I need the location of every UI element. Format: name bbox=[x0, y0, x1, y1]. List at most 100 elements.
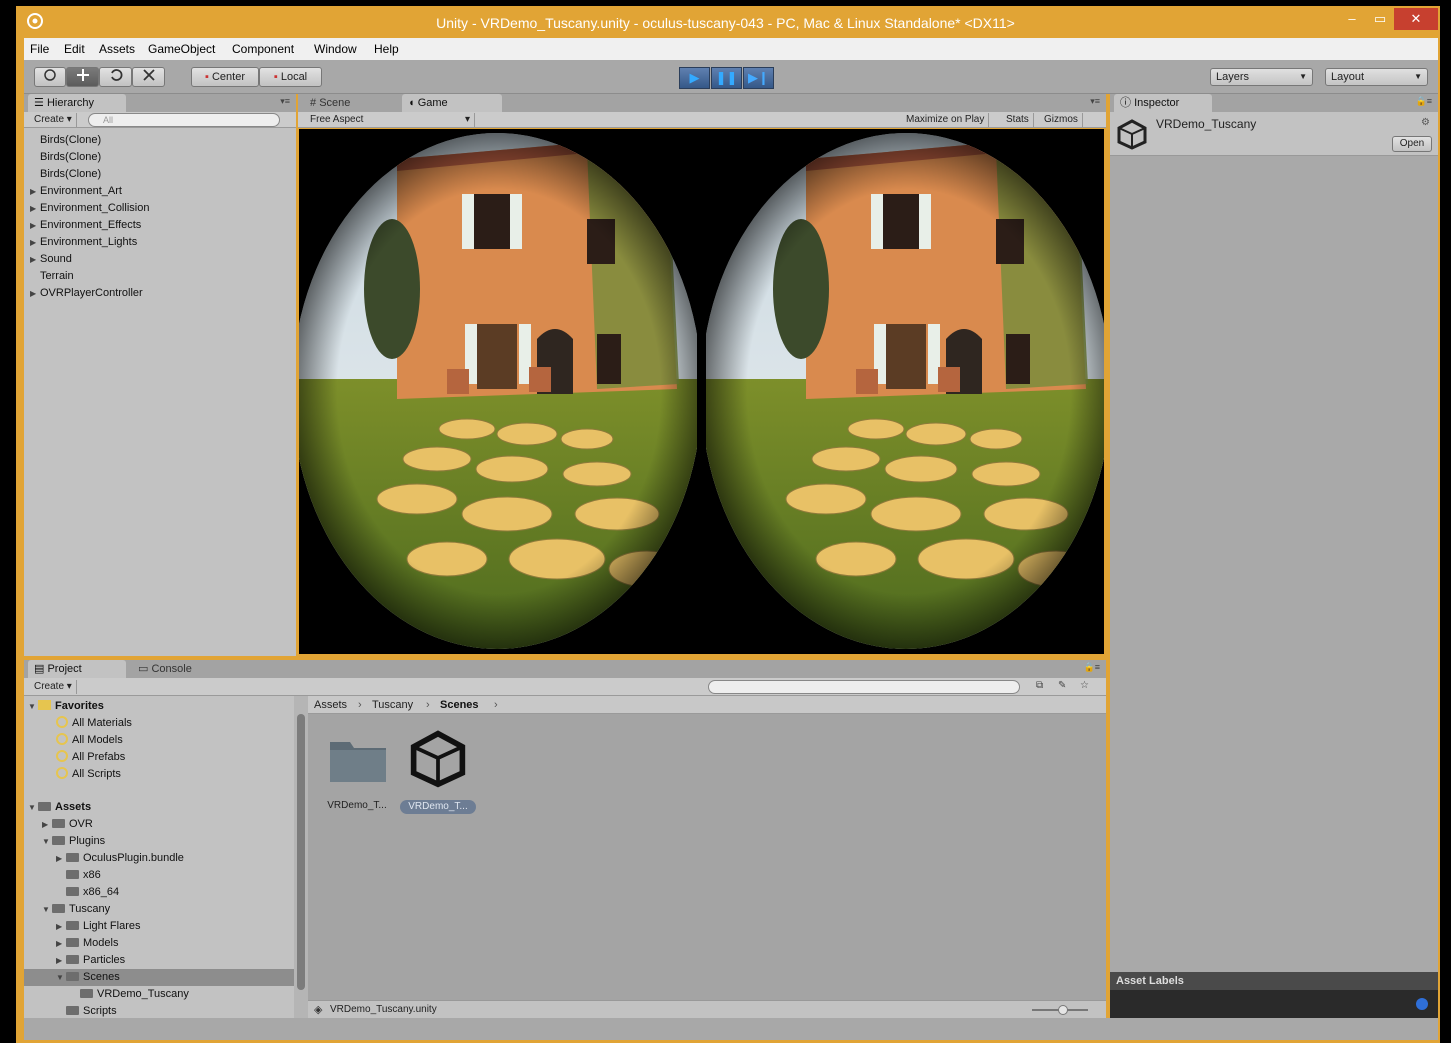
tree-item-label: Plugins bbox=[69, 835, 106, 847]
project-search-input[interactable] bbox=[708, 680, 1020, 694]
hierarchy-item[interactable]: ▶ Environment_Lights bbox=[30, 234, 137, 251]
space-local-toggle[interactable]: ▪ Local bbox=[259, 67, 322, 87]
hierarchy-search-input[interactable]: All bbox=[88, 113, 280, 127]
expand-arrow-icon[interactable]: ▶ bbox=[56, 918, 66, 935]
game-viewport[interactable] bbox=[299, 129, 1104, 654]
tree-favorite-item[interactable]: All Materials bbox=[24, 715, 294, 732]
tab-hierarchy[interactable]: ☰ Hierarchy bbox=[28, 94, 126, 112]
layout-dropdown[interactable]: Layout ▼ bbox=[1325, 68, 1428, 86]
breadcrumb-scenes[interactable]: Scenes bbox=[440, 699, 479, 711]
maximize-button[interactable]: ▭ bbox=[1366, 8, 1394, 30]
menu-gameobject[interactable]: GameObject bbox=[148, 38, 215, 60]
project-tree-scrollbar[interactable] bbox=[294, 696, 308, 1018]
expand-arrow-icon[interactable]: ▼ bbox=[28, 799, 38, 816]
stats-toggle[interactable]: Stats bbox=[1002, 113, 1034, 127]
expand-arrow-icon[interactable]: ▶ bbox=[30, 183, 40, 200]
tree-folder-item[interactable]: x86 bbox=[24, 867, 294, 884]
expand-arrow-icon[interactable]: ▶ bbox=[56, 935, 66, 952]
tree-favorite-item[interactable]: All Models bbox=[24, 732, 294, 749]
layers-dropdown[interactable]: Layers ▼ bbox=[1210, 68, 1313, 86]
expand-arrow-icon[interactable]: ▼ bbox=[42, 833, 52, 850]
tree-folder-item[interactable]: ▶ Models bbox=[24, 935, 294, 952]
filter-label-icon[interactable]: ✎ bbox=[1058, 680, 1066, 691]
tab-inspector[interactable]: ⓘ Inspector bbox=[1114, 94, 1212, 112]
tree-favorite-item[interactable]: All Prefabs bbox=[24, 749, 294, 766]
maximize-on-play-toggle[interactable]: Maximize on Play bbox=[902, 113, 990, 127]
tree-folder-item[interactable]: Scripts bbox=[24, 1003, 294, 1018]
tab-game[interactable]: ◖ Game bbox=[402, 94, 502, 112]
expand-arrow-icon[interactable]: ▶ bbox=[56, 952, 66, 969]
play-button[interactable]: ▶ bbox=[679, 67, 710, 89]
gizmos-dropdown[interactable]: Gizmos bbox=[1040, 113, 1083, 127]
scrollbar-thumb[interactable] bbox=[297, 714, 305, 990]
project-create-button[interactable]: Create ▾ bbox=[30, 680, 77, 694]
open-button[interactable]: Open bbox=[1392, 136, 1432, 152]
pause-button[interactable]: ❚❚ bbox=[711, 67, 742, 89]
asset-label-tag-icon[interactable] bbox=[1416, 998, 1428, 1010]
file-item-scene[interactable]: VRDemo_T... bbox=[400, 724, 476, 814]
expand-arrow-icon[interactable]: ▶ bbox=[30, 217, 40, 234]
expand-arrow-icon[interactable]: ▼ bbox=[56, 969, 66, 986]
tree-favorite-item[interactable]: All Scripts bbox=[24, 766, 294, 783]
hierarchy-item[interactable]: ▶ OVRPlayerController bbox=[30, 285, 143, 302]
tree-folder-item[interactable]: ▶ Light Flares bbox=[24, 918, 294, 935]
tree-folder-item[interactable]: ▼ Scenes bbox=[24, 969, 294, 986]
hierarchy-item[interactable]: ▶ Environment_Collision bbox=[30, 200, 149, 217]
gear-icon[interactable]: ⚙ bbox=[1421, 117, 1430, 128]
tree-folder-item[interactable]: x86_64 bbox=[24, 884, 294, 901]
close-button[interactable]: ✕ bbox=[1394, 8, 1438, 30]
tab-project[interactable]: ▤ Project bbox=[28, 660, 126, 678]
tree-item-label: All Models bbox=[72, 734, 123, 746]
panel-menu-icon[interactable]: ▾≡ bbox=[280, 96, 290, 107]
aspect-dropdown[interactable]: Free Aspect ▾ bbox=[306, 113, 475, 127]
expand-arrow-icon[interactable]: ▼ bbox=[28, 698, 38, 715]
star-filter-icon[interactable]: ☆ bbox=[1080, 680, 1089, 691]
breadcrumb-tuscany[interactable]: Tuscany bbox=[372, 699, 413, 711]
hierarchy-item[interactable]: Birds(Clone) bbox=[30, 149, 101, 166]
lock-icon[interactable]: 🔒≡ bbox=[1084, 662, 1100, 673]
expand-arrow-icon[interactable]: ▶ bbox=[56, 850, 66, 867]
tree-folder-item[interactable]: ▶ OVR bbox=[24, 816, 294, 833]
expand-arrow-icon[interactable]: ▶ bbox=[30, 285, 40, 302]
hierarchy-item[interactable]: Birds(Clone) bbox=[30, 132, 101, 149]
hierarchy-item[interactable]: Birds(Clone) bbox=[30, 166, 101, 183]
scale-tool-button[interactable] bbox=[132, 67, 165, 87]
hierarchy-create-button[interactable]: Create ▾ bbox=[30, 113, 77, 127]
tab-scene[interactable]: # Scene bbox=[304, 94, 394, 112]
rotate-tool-button[interactable] bbox=[99, 67, 132, 87]
filter-type-icon[interactable]: ⧉ bbox=[1036, 680, 1043, 691]
panel-menu-icon[interactable]: ▾≡ bbox=[1090, 96, 1100, 107]
hierarchy-item[interactable]: ▶ Sound bbox=[30, 251, 72, 268]
hierarchy-item[interactable]: ▶ Environment_Effects bbox=[30, 217, 141, 234]
tab-console[interactable]: ▭ Console bbox=[132, 660, 230, 678]
menu-component[interactable]: Component bbox=[232, 38, 294, 60]
move-tool-button[interactable] bbox=[66, 67, 99, 87]
file-item-folder[interactable]: VRDemo_T... bbox=[322, 728, 392, 812]
menu-help[interactable]: Help bbox=[374, 38, 399, 60]
menu-window[interactable]: Window bbox=[314, 38, 357, 60]
tree-assets[interactable]: ▼ Assets bbox=[24, 799, 294, 816]
minimize-button[interactable]: – bbox=[1338, 8, 1366, 30]
expand-arrow-icon[interactable]: ▼ bbox=[42, 901, 52, 918]
tree-folder-item[interactable]: ▶ Particles bbox=[24, 952, 294, 969]
tree-folder-item[interactable]: VRDemo_Tuscany bbox=[24, 986, 294, 1003]
breadcrumb-assets[interactable]: Assets bbox=[314, 699, 347, 711]
zoom-slider-handle[interactable] bbox=[1058, 1005, 1068, 1015]
expand-arrow-icon[interactable]: ▶ bbox=[30, 200, 40, 217]
lock-icon[interactable]: 🔒≡ bbox=[1416, 96, 1432, 107]
tree-folder-item[interactable]: ▼ Tuscany bbox=[24, 901, 294, 918]
tree-folder-item[interactable]: ▶ OculusPlugin.bundle bbox=[24, 850, 294, 867]
tree-folder-item[interactable]: ▼ Plugins bbox=[24, 833, 294, 850]
pivot-center-toggle[interactable]: ▪ Center bbox=[191, 67, 259, 87]
expand-arrow-icon[interactable]: ▶ bbox=[30, 234, 40, 251]
menu-file[interactable]: File bbox=[30, 38, 49, 60]
menu-edit[interactable]: Edit bbox=[64, 38, 85, 60]
step-button[interactable]: ▶❙ bbox=[743, 67, 774, 89]
expand-arrow-icon[interactable]: ▶ bbox=[30, 251, 40, 268]
expand-arrow-icon[interactable]: ▶ bbox=[42, 816, 52, 833]
tree-favorites[interactable]: ▼ Favorites bbox=[24, 698, 294, 715]
hierarchy-item[interactable]: Terrain bbox=[30, 268, 74, 285]
hierarchy-item[interactable]: ▶ Environment_Art bbox=[30, 183, 122, 200]
menu-assets[interactable]: Assets bbox=[99, 38, 135, 60]
hand-tool-button[interactable] bbox=[34, 67, 66, 87]
